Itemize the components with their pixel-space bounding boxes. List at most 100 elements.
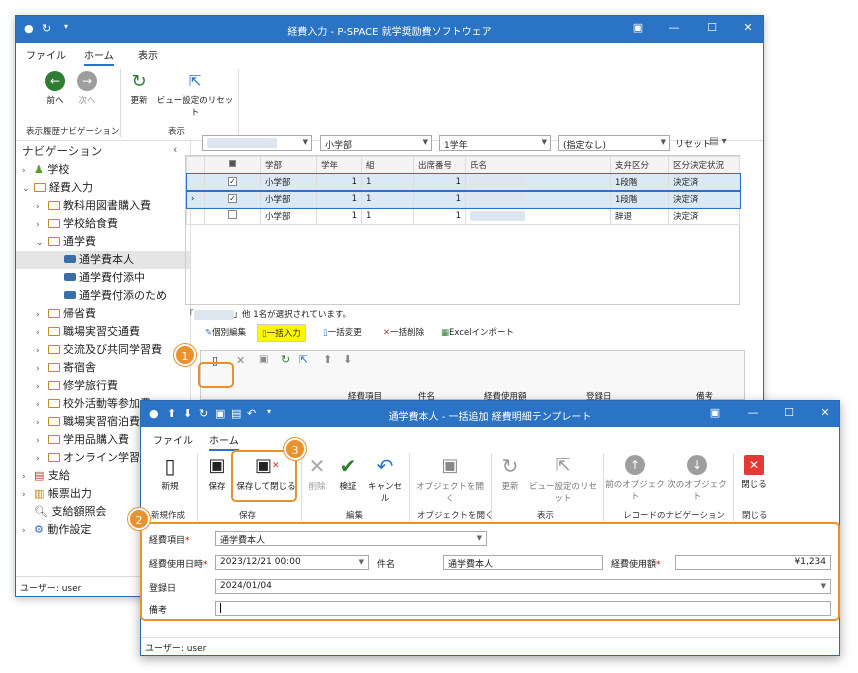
row-checkbox-cell[interactable]: ✓ bbox=[204, 173, 261, 191]
maximize-button[interactable]: ☐ bbox=[704, 21, 720, 34]
nav-item-commute-self[interactable]: 通学費本人 bbox=[16, 251, 190, 269]
dept-filter-value: 小学部 bbox=[325, 141, 353, 151]
save-button[interactable]: ▣ 保存 bbox=[203, 455, 231, 492]
folder-icon bbox=[48, 399, 60, 408]
table-row[interactable]: 小学部 1 1 1 辞退 決定済 bbox=[186, 207, 740, 225]
nav-item-homecoming[interactable]: › 帰省費 bbox=[36, 305, 96, 323]
nav-item-workplace-lodging[interactable]: › 職場実習宿泊費 bbox=[36, 413, 140, 431]
chevron-down-icon: ▼ bbox=[422, 138, 428, 146]
arrow-up-icon[interactable]: ⬆ bbox=[323, 353, 332, 366]
nav-item-dormitory[interactable]: › 寄宿舎 bbox=[36, 359, 96, 377]
next-object-button[interactable]: ↓ 次のオブジェクト bbox=[667, 455, 727, 502]
row-checkbox[interactable]: ✓ bbox=[228, 194, 237, 203]
menu-file[interactable]: ファイル bbox=[26, 47, 66, 62]
reset-filter-button[interactable]: リセット bbox=[675, 137, 711, 150]
group-view-label: 表示 bbox=[537, 511, 555, 521]
school-filter-combo[interactable]: ▼ bbox=[202, 135, 312, 151]
refresh-button[interactable]: ↻ 更新 bbox=[124, 71, 154, 107]
prev-object-label: 前のオブジェクト bbox=[605, 480, 665, 502]
tab-individual-edit[interactable]: ✎個別編集 bbox=[205, 324, 246, 342]
delete-button[interactable]: ✕ 削除 bbox=[303, 455, 331, 492]
validate-button[interactable]: ✔ 検証 bbox=[334, 455, 362, 492]
nav-item-lunch[interactable]: › 学校給食費 bbox=[36, 215, 118, 233]
layout-icon[interactable]: ▤ ▾ bbox=[709, 136, 727, 147]
nav-collapse-icon[interactable]: ‹ bbox=[173, 143, 177, 156]
category-filter-combo[interactable]: (指定なし) ▼ bbox=[558, 135, 670, 151]
menu-view[interactable]: 表示 bbox=[138, 47, 158, 62]
back-label: 前へ bbox=[46, 96, 64, 106]
grid-header-level[interactable]: 支弁区分 bbox=[610, 156, 669, 174]
nav-label: 動作設定 bbox=[47, 523, 92, 536]
grid-header-name[interactable]: 氏名 bbox=[465, 156, 611, 174]
redacted-text bbox=[193, 309, 234, 320]
callout-box-save-close bbox=[231, 450, 297, 502]
nav-item-payment-inquiry[interactable]: 🔍︎ 支給額照会 bbox=[34, 503, 106, 521]
close-button[interactable]: ✕ bbox=[740, 21, 756, 34]
window-icon[interactable]: ▣ bbox=[259, 354, 268, 365]
nav-item-exchange[interactable]: › 交流及び共同学習費 bbox=[36, 341, 162, 359]
row-checkbox[interactable] bbox=[228, 210, 237, 219]
nav-item-school-trip[interactable]: › 修学旅行費 bbox=[36, 377, 118, 395]
row-checkbox-cell[interactable]: ✓ bbox=[204, 190, 261, 208]
tab-bulk-delete[interactable]: ✕一括削除 bbox=[383, 324, 424, 342]
nav-item-outside-activity[interactable]: › 校外活動等参加費 bbox=[36, 395, 151, 413]
tab-bulk-change[interactable]: ▯一括変更 bbox=[323, 324, 362, 342]
forward-button[interactable]: → 次へ bbox=[72, 71, 102, 106]
nav-item-report[interactable]: › ▥ 帳票出力 bbox=[22, 485, 92, 503]
nav-item-school[interactable]: › ♟ 学校 bbox=[22, 161, 69, 179]
reset-view-icon[interactable]: ⇱ bbox=[299, 353, 308, 366]
grade-filter-combo[interactable]: 1学年 ▼ bbox=[439, 135, 551, 151]
dialog-refresh-button[interactable]: ↻ 更新 bbox=[495, 455, 525, 492]
nav-item-workplace-transport[interactable]: › 職場実習交通費 bbox=[36, 323, 140, 341]
bus-icon bbox=[64, 273, 76, 281]
grid-header-dept[interactable]: 学部 bbox=[260, 156, 317, 174]
grid-header-select[interactable] bbox=[204, 156, 261, 174]
table-row[interactable]: ✓ 小学部 1 1 1 1段階 決定済 bbox=[185, 172, 741, 192]
grid-header-status[interactable]: 区分決定状況 bbox=[668, 156, 740, 174]
nav-item-supplies[interactable]: › 学用品購入費 bbox=[36, 431, 129, 449]
select-all-checkbox[interactable] bbox=[229, 160, 236, 167]
table-row[interactable]: › ✓ 小学部 1 1 1 1段階 決定済 bbox=[185, 189, 741, 209]
minimize-button[interactable]: — bbox=[666, 21, 682, 34]
grid-header-class[interactable]: 組 bbox=[361, 156, 414, 174]
nav-item-expense-input[interactable]: ⌄ 経費入力 bbox=[22, 179, 93, 197]
folder-icon bbox=[48, 453, 60, 462]
grid-header-grade[interactable]: 学年 bbox=[316, 156, 362, 174]
reset-view-button[interactable]: ⇱ ビュー設定のリセット bbox=[156, 71, 234, 118]
nav-item-settings[interactable]: › ⚙ 動作設定 bbox=[22, 521, 91, 539]
ribbon-separator bbox=[238, 69, 239, 137]
prev-object-button[interactable]: ↑ 前のオブジェクト bbox=[605, 455, 665, 502]
back-button[interactable]: ← 前へ bbox=[40, 71, 70, 106]
new-button[interactable]: ▯ 新規 bbox=[155, 455, 185, 492]
dept-filter-combo[interactable]: 小学部 ▼ bbox=[320, 135, 432, 151]
menu-file[interactable]: ファイル bbox=[153, 432, 193, 447]
refresh-icon[interactable]: ↻ bbox=[281, 353, 290, 366]
ribbon-separator bbox=[197, 453, 198, 521]
row-checkbox-cell[interactable] bbox=[204, 207, 261, 225]
maximize-button[interactable]: ☐ bbox=[781, 406, 797, 419]
window-option-icon[interactable]: ▣ bbox=[630, 21, 646, 34]
dialog-reset-view-button[interactable]: ⇱ ビュー設定のリセット bbox=[525, 455, 601, 504]
nav-item-payment[interactable]: › ▤ 支給 bbox=[22, 467, 70, 485]
nav-item-commute-for-attendant[interactable]: 通学費付添のため bbox=[64, 287, 167, 305]
nav-label: 職場実習交通費 bbox=[63, 325, 140, 338]
tab-excel-import[interactable]: ▦Excelインポート bbox=[441, 324, 514, 342]
nav-item-commute[interactable]: ⌄ 通学費 bbox=[36, 233, 96, 251]
report-icon: ▥ bbox=[34, 487, 45, 500]
open-object-button[interactable]: ▣ オブジェクトを開く bbox=[415, 455, 485, 504]
close-button[interactable]: ✕ bbox=[817, 406, 833, 419]
nav-title: ナビゲーション bbox=[22, 144, 103, 158]
minimize-button[interactable]: — bbox=[745, 406, 761, 419]
tab-bulk-input[interactable]: ▯一括入力 bbox=[257, 324, 306, 342]
grid-header-number[interactable]: 出席番号 bbox=[413, 156, 466, 174]
delete-icon[interactable]: ✕ bbox=[236, 354, 245, 367]
cancel-button[interactable]: ↶ キャンセル bbox=[365, 455, 405, 504]
cell-grade: 1 bbox=[316, 173, 362, 191]
arrow-down-icon[interactable]: ⬇ bbox=[343, 353, 352, 366]
row-checkbox[interactable]: ✓ bbox=[228, 177, 237, 186]
window-option-icon[interactable]: ▣ bbox=[707, 406, 723, 419]
close-dialog-button[interactable]: ✕ 閉じる bbox=[739, 455, 769, 490]
group-close-label: 閉じる bbox=[742, 511, 768, 521]
nav-item-textbook[interactable]: › 教科用図書購入費 bbox=[36, 197, 151, 215]
nav-item-commute-attendant[interactable]: 通学費付添中 bbox=[64, 269, 145, 287]
